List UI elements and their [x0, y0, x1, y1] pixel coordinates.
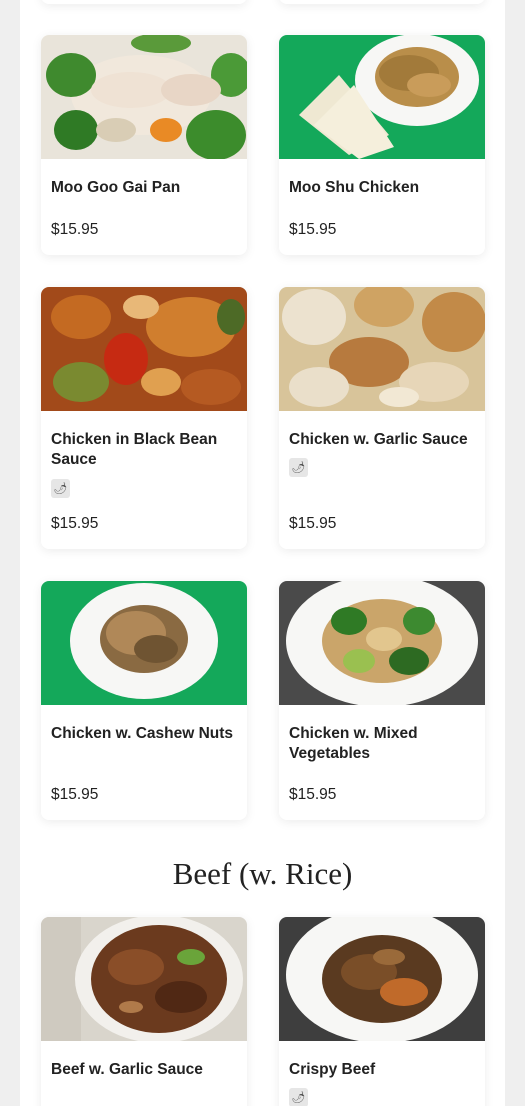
menu-item-card[interactable]: Moo Shu Chicken $15.95: [279, 35, 485, 255]
item-name: Chicken w. Cashew Nuts: [51, 725, 234, 742]
dish-image: [279, 581, 485, 705]
dish-image: [279, 35, 485, 159]
item-price: $15.95: [289, 221, 337, 238]
item-price: $15.95: [51, 515, 99, 532]
item-name: Beef w. Garlic Sauce: [51, 1061, 203, 1078]
item-name: Crispy Beef: [289, 1061, 376, 1078]
menu-item-card[interactable]: Chicken w. Garlic Sauce 🌶 $15.95: [279, 287, 485, 549]
spicy-badge: 🌶: [51, 479, 70, 498]
item-name: Chicken w. Garlic Sauce: [289, 431, 468, 448]
item-price: $15.95: [51, 786, 99, 803]
menu-item-card[interactable]: Moo Goo Gai Pan $15.95: [41, 35, 247, 255]
menu-item-card[interactable]: Chicken w. Cashew Nuts $15.95: [41, 581, 247, 820]
item-price: $15.95: [51, 221, 99, 238]
dish-image: [279, 917, 485, 1041]
menu-item-card[interactable]: Chicken w. Mixed Vegetables $15.95: [279, 581, 485, 820]
item-name: Moo Goo Gai Pan: [51, 179, 181, 196]
item-name: Chicken w. Mixed Vegetables: [289, 725, 418, 762]
menu-card-partial[interactable]: [279, 0, 485, 4]
spicy-badge: 🌶: [289, 1088, 308, 1106]
item-price: $15.95: [289, 515, 337, 532]
dish-image: [41, 287, 247, 411]
dish-image: [41, 917, 247, 1041]
dish-image: [41, 581, 247, 705]
dish-image: [41, 35, 247, 159]
spicy-badge: 🌶: [289, 458, 308, 477]
menu-item-card[interactable]: Crispy Beef 🌶: [279, 917, 485, 1106]
dish-image: [279, 287, 485, 411]
item-price: $15.95: [289, 786, 337, 803]
menu-item-card[interactable]: Chicken in Black Bean Sauce 🌶 $15.95: [41, 287, 247, 549]
item-name: Moo Shu Chicken: [289, 179, 420, 196]
menu-card-partial[interactable]: [41, 0, 247, 4]
menu-item-card[interactable]: Beef w. Garlic Sauce: [41, 917, 247, 1106]
section-heading: Beef (w. Rice): [172, 856, 353, 891]
item-name: Chicken in Black Bean Sauce: [51, 431, 218, 468]
